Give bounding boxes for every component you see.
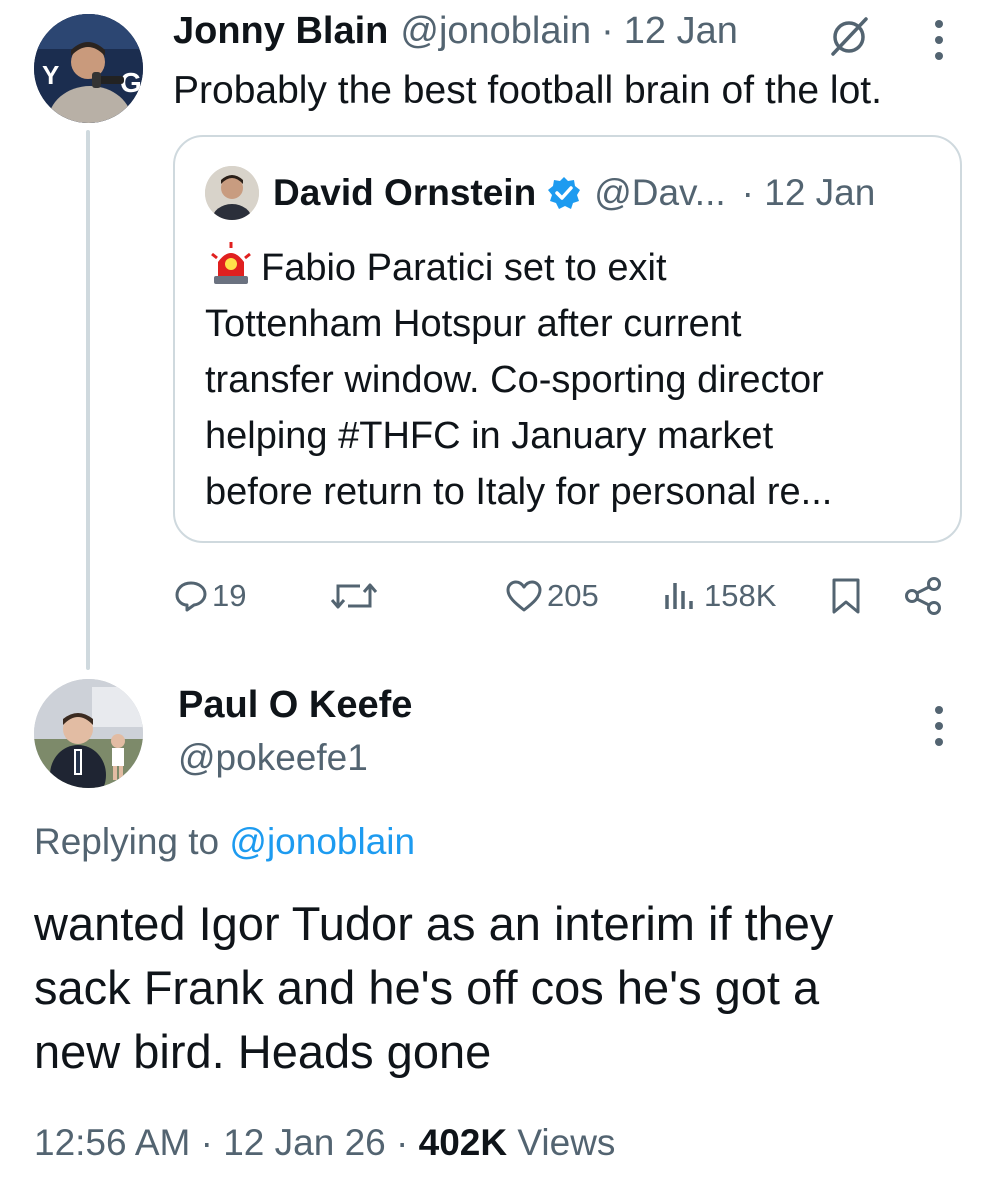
avatar-jonny-blain[interactable]: Y G bbox=[34, 14, 143, 123]
repost-button[interactable] bbox=[330, 572, 378, 620]
reply-more-options-icon[interactable] bbox=[935, 706, 943, 746]
avatar-david-ornstein bbox=[205, 166, 259, 220]
reply-count: 19 bbox=[212, 578, 247, 613]
meta-separator-2: · bbox=[396, 1122, 409, 1163]
view-count: 158K bbox=[704, 578, 777, 613]
separator-dot: · bbox=[601, 10, 614, 52]
author-handle[interactable]: @jonoblain bbox=[400, 10, 591, 53]
grok-icon[interactable] bbox=[827, 14, 871, 58]
avatar-paul-o-keefe[interactable] bbox=[34, 679, 143, 788]
replying-to-handle[interactable]: @jonoblain bbox=[229, 821, 415, 862]
quoted-author-handle: @Dav... bbox=[594, 172, 726, 213]
quoted-tweet-header: David Ornstein @Dav... · 12 Jan bbox=[273, 170, 875, 216]
meta-separator-1: · bbox=[200, 1122, 213, 1163]
replying-to-label: Replying to bbox=[34, 821, 220, 862]
reply-date[interactable]: 12 Jan 26 bbox=[223, 1122, 386, 1163]
heart-icon bbox=[506, 580, 542, 612]
repost-icon bbox=[330, 583, 378, 609]
tweet-text: Probably the best football brain of the … bbox=[173, 69, 882, 112]
quoted-author-name: David Ornstein bbox=[273, 172, 537, 213]
like-count: 205 bbox=[547, 578, 599, 613]
like-button[interactable]: 205 bbox=[505, 572, 599, 620]
bookmark-button[interactable] bbox=[830, 572, 862, 620]
reply-meta: 12:56 AM · 12 Jan 26 · 402K Views bbox=[34, 1118, 615, 1168]
thread-tweet-header: Jonny Blain @jonoblain · 12 Jan bbox=[173, 10, 738, 58]
reply-text: wanted Igor Tudor as an interim if they … bbox=[34, 897, 834, 1078]
reply-button[interactable]: 19 bbox=[174, 572, 246, 620]
thread-connector-line bbox=[86, 130, 90, 670]
reply-author-handle[interactable]: @pokeefe1 bbox=[178, 735, 368, 781]
bookmark-icon bbox=[832, 578, 860, 614]
avatar-jonny-blain-icon: Y G bbox=[34, 14, 143, 123]
replying-to-line: Replying to @jonoblain bbox=[34, 818, 415, 866]
reply-icon bbox=[175, 581, 207, 612]
views-button[interactable]: 158K bbox=[662, 572, 776, 620]
share-button[interactable] bbox=[903, 572, 943, 620]
quoted-tweet-date: · 12 Jan bbox=[741, 172, 876, 213]
reply-time[interactable]: 12:56 AM bbox=[34, 1122, 190, 1163]
reply-author-name[interactable]: Paul O Keefe bbox=[178, 682, 412, 728]
author-name[interactable]: Jonny Blain bbox=[173, 10, 388, 53]
verified-badge-icon bbox=[546, 175, 582, 211]
tweet-date[interactable]: 12 Jan bbox=[624, 10, 738, 53]
share-icon bbox=[905, 577, 941, 615]
analytics-icon bbox=[665, 583, 693, 609]
svg-text:Y: Y bbox=[42, 60, 59, 90]
quoted-tweet-text: Fabio Paratici set to exit Tottenham Hot… bbox=[205, 247, 833, 513]
more-options-icon[interactable] bbox=[935, 20, 943, 60]
reply-views-label: Views bbox=[517, 1122, 616, 1163]
reply-view-count[interactable]: 402K bbox=[419, 1122, 507, 1163]
